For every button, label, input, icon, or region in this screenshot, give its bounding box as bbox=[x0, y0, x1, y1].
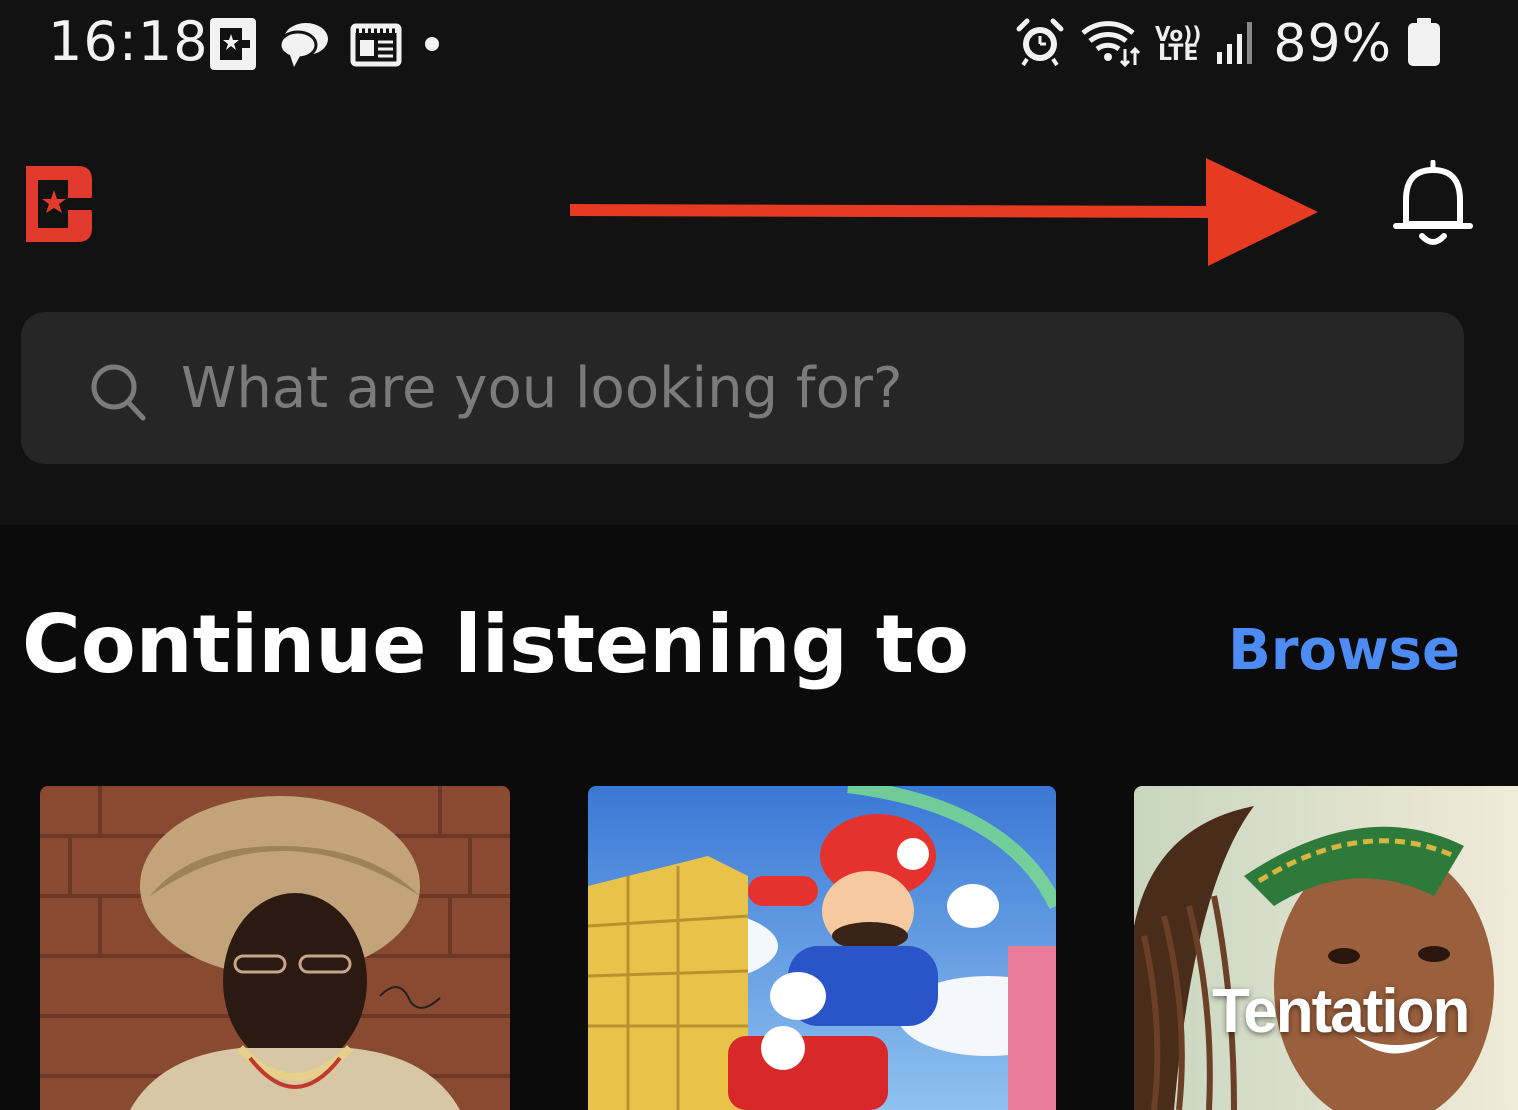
status-bar: 16:18 Vo)) LTE 89% bbox=[0, 0, 1518, 90]
status-left-icons bbox=[208, 16, 442, 76]
card-overlay-title: Tentation bbox=[1212, 977, 1470, 1046]
content-card-3[interactable]: Tentation bbox=[1134, 786, 1518, 1110]
app-logo-icon[interactable] bbox=[26, 166, 92, 242]
battery-icon bbox=[1406, 16, 1442, 72]
top-region: 16:18 Vo)) LTE 89% What are you looking … bbox=[0, 0, 1518, 525]
search-bar[interactable] bbox=[21, 312, 1464, 464]
search-input[interactable] bbox=[181, 350, 1381, 426]
smiling-woman-braids-image bbox=[1134, 786, 1518, 1110]
annotation-arrow bbox=[566, 154, 1318, 270]
browse-link[interactable]: Browse bbox=[1228, 618, 1460, 683]
bell-icon bbox=[1393, 159, 1473, 245]
dot-icon bbox=[422, 34, 442, 58]
volte-icon: Vo)) LTE bbox=[1155, 24, 1201, 66]
portrait-woman-headwrap-image bbox=[40, 786, 510, 1110]
wifi-icon bbox=[1079, 17, 1141, 71]
battery-percent: 89% bbox=[1273, 14, 1392, 74]
signal-icon bbox=[1215, 18, 1259, 70]
app-screen: 16:18 Vo)) LTE 89% What are you looking … bbox=[0, 0, 1518, 1110]
app-b-icon bbox=[208, 16, 258, 76]
content-card-2[interactable] bbox=[588, 786, 1056, 1110]
section-title: Continue listening to bbox=[22, 598, 969, 691]
volte-bottom-label: LTE bbox=[1158, 41, 1199, 66]
calendar-news-icon bbox=[350, 20, 402, 72]
alarm-icon bbox=[1015, 17, 1065, 71]
mario-flying-artwork-image bbox=[588, 786, 1056, 1110]
chat-bubble-icon bbox=[278, 19, 330, 73]
status-right-icons: Vo)) LTE 89% bbox=[1015, 14, 1442, 74]
content-card-1[interactable] bbox=[40, 786, 510, 1110]
search-icon bbox=[89, 362, 147, 422]
status-time: 16:18 bbox=[48, 10, 209, 73]
notifications-bell-button[interactable] bbox=[1392, 159, 1474, 248]
